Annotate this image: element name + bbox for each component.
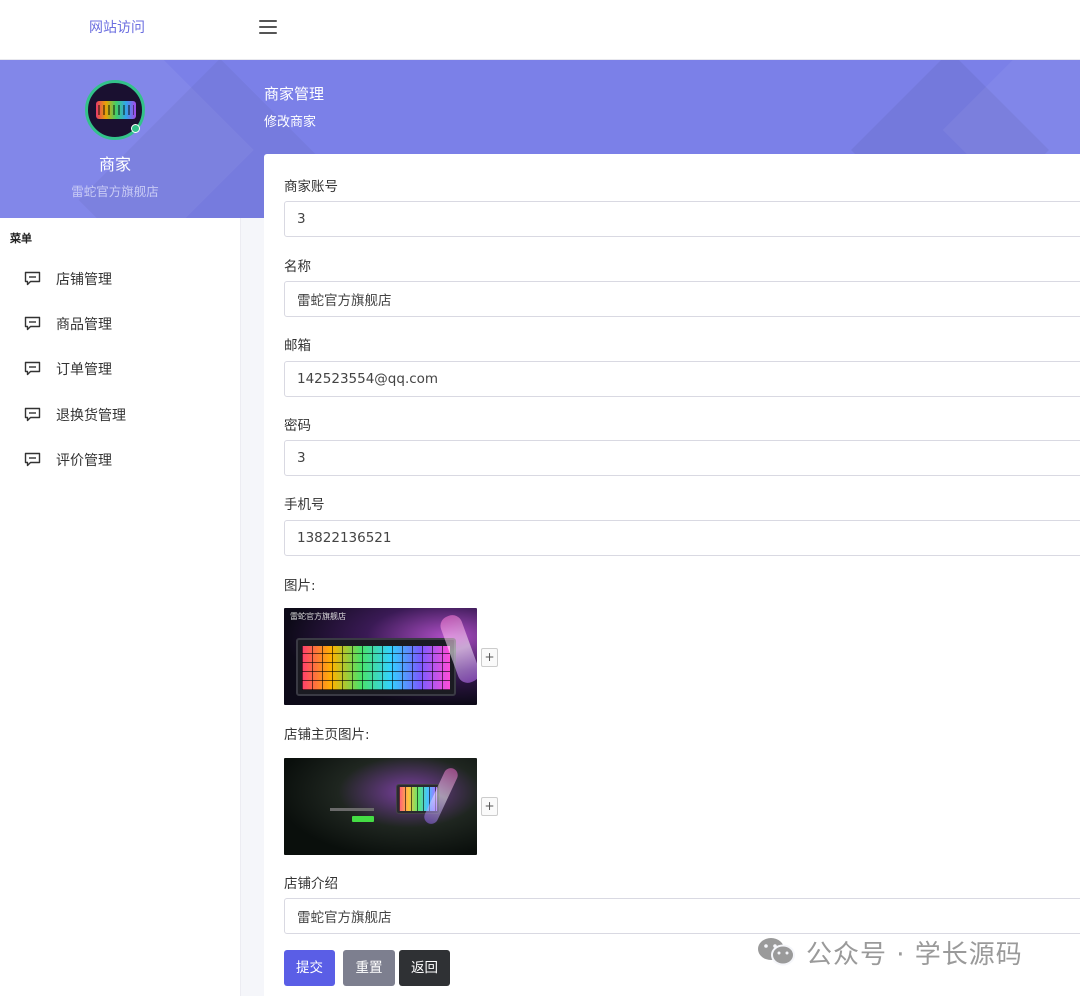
name-input[interactable] — [284, 281, 1080, 317]
profile-shop-name: 雷蛇官方旗舰店 — [71, 184, 159, 199]
page-subtitle: 修改商家 — [264, 115, 317, 130]
sidebar-item-reviews[interactable]: 评价管理 — [24, 445, 112, 475]
phone-input[interactable] — [284, 520, 1080, 556]
message-icon — [24, 452, 41, 468]
back-button[interactable]: 返回 — [399, 950, 450, 986]
home-image-preview[interactable] — [284, 758, 477, 855]
account-label: 商家账号 — [284, 179, 338, 195]
site-visit-link[interactable]: 网站访问 — [89, 17, 145, 37]
phone-label: 手机号 — [284, 497, 325, 513]
home-image-label: 店铺主页图片: — [284, 727, 370, 743]
watermark-text: 公众号 · 学长源码 — [806, 939, 1023, 970]
add-image-button[interactable]: + — [481, 648, 498, 667]
profile-role: 商家 — [98, 155, 131, 174]
online-status-icon — [131, 124, 140, 133]
sidebar-item-label: 退换货管理 — [56, 408, 126, 424]
menu-toggle-icon[interactable] — [259, 20, 277, 34]
password-input[interactable] — [284, 440, 1080, 476]
intro-input[interactable] — [284, 898, 1080, 934]
watermark: 公众号 · 学长源码 — [756, 934, 1023, 970]
menu-title: 菜单 — [10, 232, 32, 245]
reset-button[interactable]: 重置 — [343, 950, 395, 986]
name-label: 名称 — [284, 259, 311, 275]
page-title: 商家管理 — [264, 85, 325, 103]
sidebar-item-shop[interactable]: 店铺管理 — [24, 264, 112, 294]
sidebar-item-products[interactable]: 商品管理 — [24, 309, 112, 339]
email-input[interactable] — [284, 361, 1080, 397]
sidebar-item-label: 评价管理 — [56, 453, 112, 469]
image-label: 图片: — [284, 578, 316, 594]
sidebar-item-label: 商品管理 — [56, 317, 112, 333]
sidebar-item-label: 订单管理 — [56, 362, 112, 378]
wechat-icon — [756, 936, 796, 968]
message-icon — [24, 407, 41, 423]
account-input[interactable] — [284, 201, 1080, 237]
add-home-image-button[interactable]: + — [481, 797, 498, 816]
password-label: 密码 — [284, 418, 311, 434]
image-brand-text: 雷蛇官方旗舰店 — [290, 612, 346, 621]
message-icon — [24, 316, 41, 332]
message-icon — [24, 361, 41, 377]
shop-image-preview[interactable]: 雷蛇官方旗舰店 — [284, 608, 477, 705]
message-icon — [24, 271, 41, 287]
sidebar-item-label: 店铺管理 — [56, 272, 112, 288]
submit-button[interactable]: 提交 — [284, 950, 335, 986]
intro-label: 店铺介绍 — [284, 876, 338, 892]
sidebar-item-returns[interactable]: 退换货管理 — [24, 400, 126, 430]
sidebar-item-orders[interactable]: 订单管理 — [24, 354, 112, 384]
top-bar: 网站访问 — [0, 0, 1080, 60]
email-label: 邮箱 — [284, 338, 311, 354]
profile-panel: 商家 雷蛇官方旗舰店 — [0, 60, 240, 218]
